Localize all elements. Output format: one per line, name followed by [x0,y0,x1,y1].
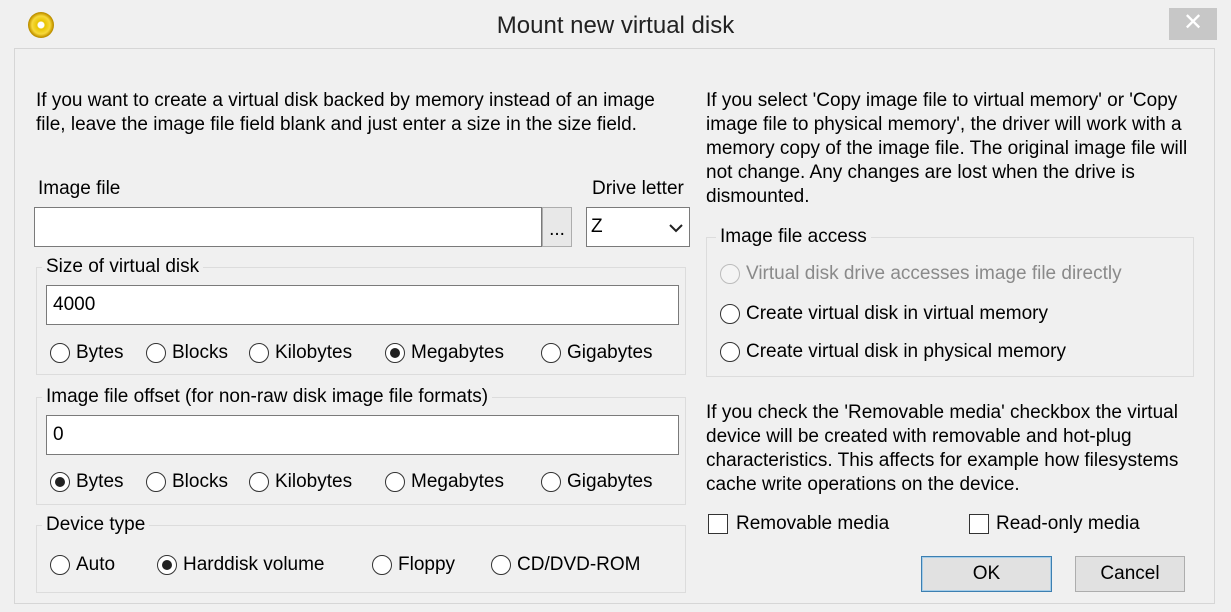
radio-offset-kilobytes[interactable] [249,472,269,492]
drive-letter-value: Z [591,216,603,237]
radio-virtual-memory-label: Create virtual disk in virtual memory [746,303,1048,324]
close-button[interactable]: ✕ [1169,8,1217,40]
radio-kilobytes[interactable] [249,343,269,363]
ok-button[interactable]: OK [921,556,1052,592]
device-type-legend: Device type [42,513,150,537]
radio-offset-blocks-label: Blocks [172,471,228,492]
window-title: Mount new virtual disk [496,12,735,39]
radio-bytes-label: Bytes [76,342,124,363]
radio-blocks[interactable] [146,343,166,363]
radio-offset-blocks[interactable] [146,472,166,492]
image-access-legend: Image file access [716,225,871,249]
radio-access-direct [720,264,740,284]
radio-kilobytes-label: Kilobytes [275,342,353,363]
radio-floppy[interactable] [372,555,392,575]
radio-bytes[interactable] [50,343,70,363]
size-group-legend: Size of virtual disk [42,255,204,279]
radio-floppy-label: Floppy [398,554,456,575]
radio-offset-gigabytes[interactable] [541,472,561,492]
removable-info-text: If you check the 'Removable media' check… [706,402,1179,495]
drive-letter-select[interactable]: Z [586,207,690,247]
radio-offset-gigabytes-label: Gigabytes [567,471,653,492]
radio-offset-bytes[interactable] [50,472,70,492]
radio-auto-label: Auto [76,554,116,575]
readonly-checkbox[interactable] [969,514,989,534]
radio-offset-megabytes[interactable] [385,472,405,492]
radio-megabytes[interactable] [385,343,405,363]
radio-offset-bytes-label: Bytes [76,471,124,492]
radio-virtual-memory[interactable] [720,304,740,324]
removable-checkbox[interactable] [708,514,728,534]
offset-input[interactable]: 0 [46,415,679,455]
size-input[interactable]: 4000 [46,285,679,325]
copy-info-text: If you select 'Copy image file to virtua… [706,90,1188,207]
image-file-input[interactable] [34,207,542,247]
radio-physical-memory-label: Create virtual disk in physical memory [746,341,1066,362]
radio-harddisk-label: Harddisk volume [183,554,325,575]
radio-cdrom-label: CD/DVD-ROM [517,554,641,575]
removable-label: Removable media [736,513,890,534]
intro-text: If you want to create a virtual disk bac… [36,90,655,135]
readonly-label: Read-only media [996,513,1140,534]
radio-gigabytes[interactable] [541,343,561,363]
radio-offset-kilobytes-label: Kilobytes [275,471,353,492]
chevron-down-icon [669,224,683,233]
image-file-label: Image file [38,178,121,199]
radio-auto[interactable] [50,555,70,575]
radio-physical-memory[interactable] [720,342,740,362]
offset-group-legend: Image file offset (for non-raw disk imag… [42,385,493,409]
radio-gigabytes-label: Gigabytes [567,342,653,363]
radio-harddisk[interactable] [157,555,177,575]
radio-megabytes-label: Megabytes [411,342,504,363]
drive-letter-label: Drive letter [592,178,684,199]
title-bar: Mount new virtual disk ✕ [0,0,1231,48]
radio-cdrom[interactable] [491,555,511,575]
mount-dialog: Mount new virtual disk ✕ If you want to … [0,0,1231,612]
radio-offset-megabytes-label: Megabytes [411,471,504,492]
cancel-button[interactable]: Cancel [1075,556,1185,592]
browse-button[interactable]: ... [542,207,572,247]
radio-access-direct-label: Virtual disk drive accesses image file d… [746,263,1122,284]
radio-blocks-label: Blocks [172,342,228,363]
